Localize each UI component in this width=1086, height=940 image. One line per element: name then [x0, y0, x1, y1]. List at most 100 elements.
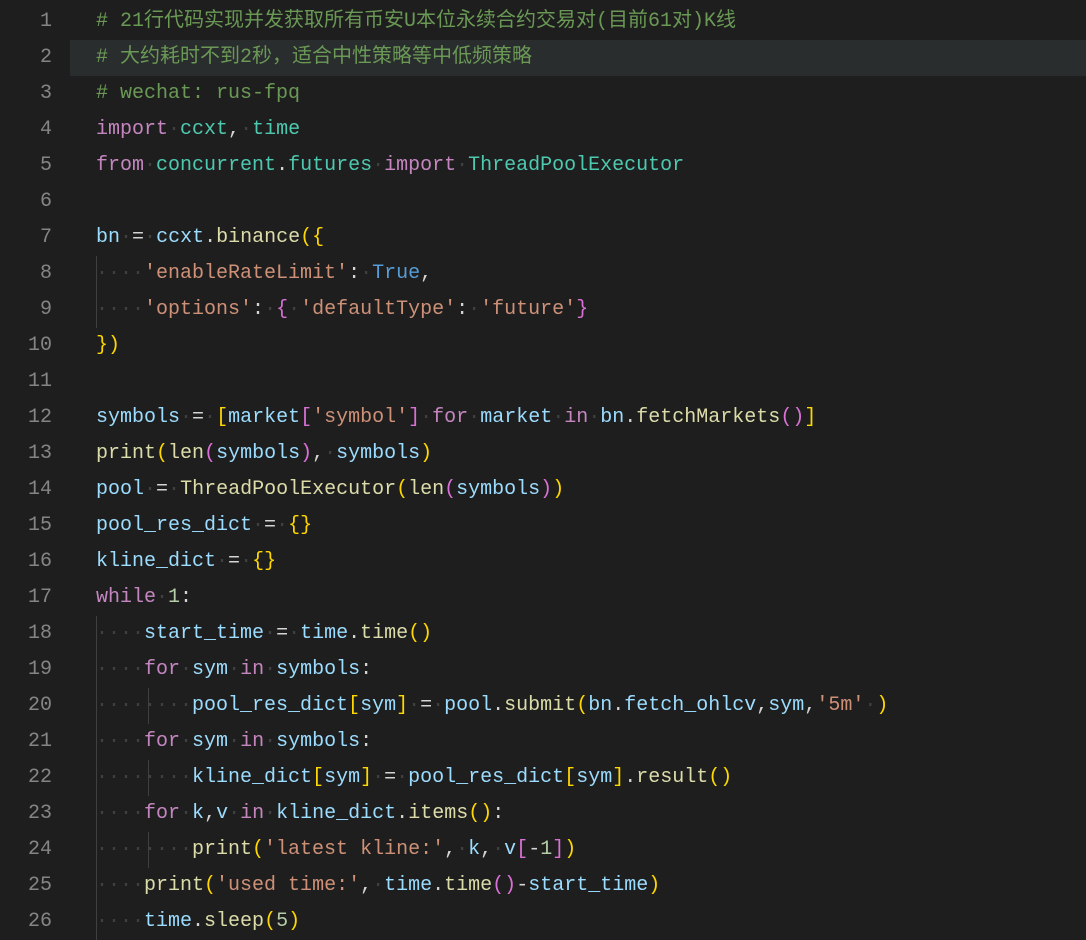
code-token-func: print [144, 874, 204, 897]
code-token-punct3: ( [204, 442, 216, 465]
code-line[interactable]: ····'enableRateLimit':·True, [70, 256, 1086, 292]
code-token-var: sym [192, 658, 228, 681]
whitespace-marker: · [432, 694, 444, 717]
code-token-punct3: ) [300, 442, 312, 465]
whitespace-marker: · [264, 622, 276, 645]
code-line[interactable]: while·1: [70, 580, 1086, 616]
code-token-op: - [528, 838, 540, 861]
code-token-punct2: ( [396, 478, 408, 501]
code-token-punct2: { [312, 226, 324, 249]
code-line[interactable]: ····for·sym·in·symbols: [70, 724, 1086, 760]
code-token-punct3: ] [408, 406, 420, 429]
whitespace-marker: · [204, 406, 216, 429]
code-token-keyword: import [384, 154, 456, 177]
code-token-op: = [132, 226, 144, 249]
code-token-punct3: ( [444, 478, 456, 501]
code-token-var: pool_res_dict [96, 514, 252, 537]
code-token-var: k [468, 838, 480, 861]
code-line[interactable] [70, 364, 1086, 400]
line-number: 16 [10, 544, 52, 580]
whitespace-marker: · [408, 694, 420, 717]
code-token-punct2: ) [876, 694, 888, 717]
whitespace-marker: · [180, 802, 192, 825]
code-token-mod: ccxt [180, 118, 228, 141]
code-token-punct2: ] [360, 766, 372, 789]
code-token-var: pool [444, 694, 492, 717]
code-line[interactable]: ····start_time·=·time.time() [70, 616, 1086, 652]
code-token-func: ThreadPoolExecutor [180, 478, 396, 501]
code-editor[interactable]: 1234567891011121314151617181920212223242… [0, 0, 1086, 936]
code-token-punct: , [480, 838, 492, 861]
whitespace-marker: · [228, 802, 240, 825]
code-line[interactable]: # 21行代码实现并发获取所有币安U本位永续合约交易对(目前61对)K线 [70, 4, 1086, 40]
code-token-var: bn [96, 226, 120, 249]
code-line[interactable]: ····'options':·{·'defaultType':·'future'… [70, 292, 1086, 328]
code-token-punct: : [456, 298, 468, 321]
line-number: 19 [10, 652, 52, 688]
whitespace-marker: · [372, 766, 384, 789]
code-line[interactable]: # 大约耗时不到2秒，适合中性策略等中低频策略 [70, 40, 1086, 76]
code-line[interactable]: from·concurrent.futures·import·ThreadPoo… [70, 148, 1086, 184]
code-line[interactable]: symbols·=·[market['symbol']·for·market·i… [70, 400, 1086, 436]
code-token-punct: . [432, 874, 444, 897]
code-token-punct: . [396, 802, 408, 825]
code-token-string: 'used time:' [216, 874, 360, 897]
code-line[interactable] [70, 184, 1086, 220]
code-token-func: submit [504, 694, 576, 717]
whitespace-marker: · [252, 514, 264, 537]
code-line[interactable]: ········kline_dict[sym]·=·pool_res_dict[… [70, 760, 1086, 796]
code-token-var: sym [768, 694, 804, 717]
code-token-keyword: in [240, 658, 264, 681]
code-line[interactable]: ····for·k,v·in·kline_dict.items(): [70, 796, 1086, 832]
code-token-var: kline_dict [192, 766, 312, 789]
code-line[interactable]: ····print('used time:',·time.time()-star… [70, 868, 1086, 904]
code-token-punct: : [492, 802, 504, 825]
code-line[interactable]: }) [70, 328, 1086, 364]
code-token-punct2: ( [204, 874, 216, 897]
code-token-punct: , [444, 838, 456, 861]
code-token-number: 5 [276, 910, 288, 933]
code-area[interactable]: # 21行代码实现并发获取所有币安U本位永续合约交易对(目前61对)K线# 大约… [70, 0, 1086, 936]
code-line[interactable]: bn·=·ccxt.binance({ [70, 220, 1086, 256]
code-token-punct2: [ [564, 766, 576, 789]
code-token-var: k [192, 802, 204, 825]
line-number: 2 [10, 40, 52, 76]
whitespace-marker: · [264, 298, 276, 321]
code-token-var: bn [588, 694, 612, 717]
code-token-punct2: ) [648, 874, 660, 897]
whitespace-marker: · [228, 730, 240, 753]
code-token-mod: concurrent [156, 154, 276, 177]
code-token-func: print [96, 442, 156, 465]
code-line[interactable]: ····time.sleep(5) [70, 904, 1086, 940]
code-line[interactable]: pool·=·ThreadPoolExecutor(len(symbols)) [70, 472, 1086, 508]
code-token-punct2: ( [156, 442, 168, 465]
code-token-func: sleep [204, 910, 264, 933]
code-token-punct3: ) [504, 874, 516, 897]
whitespace-marker: · [180, 658, 192, 681]
code-line[interactable]: import·ccxt,·time [70, 112, 1086, 148]
code-line[interactable]: ········pool_res_dict[sym]·=·pool.submit… [70, 688, 1086, 724]
code-line[interactable]: print(len(symbols),·symbols) [70, 436, 1086, 472]
code-token-func: time [360, 622, 408, 645]
code-token-func: fetchMarkets [636, 406, 780, 429]
code-line[interactable]: ····for·sym·in·symbols: [70, 652, 1086, 688]
code-token-punct: , [420, 262, 432, 285]
code-token-keyword: import [96, 118, 168, 141]
code-token-punct: . [492, 694, 504, 717]
code-token-punct: , [228, 118, 240, 141]
whitespace-marker: · [372, 874, 384, 897]
code-token-var: ccxt [156, 226, 204, 249]
code-token-var: time [300, 622, 348, 645]
code-token-var: time [384, 874, 432, 897]
line-number: 5 [10, 148, 52, 184]
line-number: 8 [10, 256, 52, 292]
code-line[interactable]: # wechat: rus-fpq [70, 76, 1086, 112]
code-line[interactable]: ········print('latest kline:',·k,·v[-1]) [70, 832, 1086, 868]
code-token-punct2: ( [300, 226, 312, 249]
code-line[interactable]: pool_res_dict·=·{} [70, 508, 1086, 544]
code-line[interactable]: kline_dict·=·{} [70, 544, 1086, 580]
line-number: 20 [10, 688, 52, 724]
code-token-punct: , [756, 694, 768, 717]
whitespace-marker: · [216, 550, 228, 573]
line-number: 13 [10, 436, 52, 472]
